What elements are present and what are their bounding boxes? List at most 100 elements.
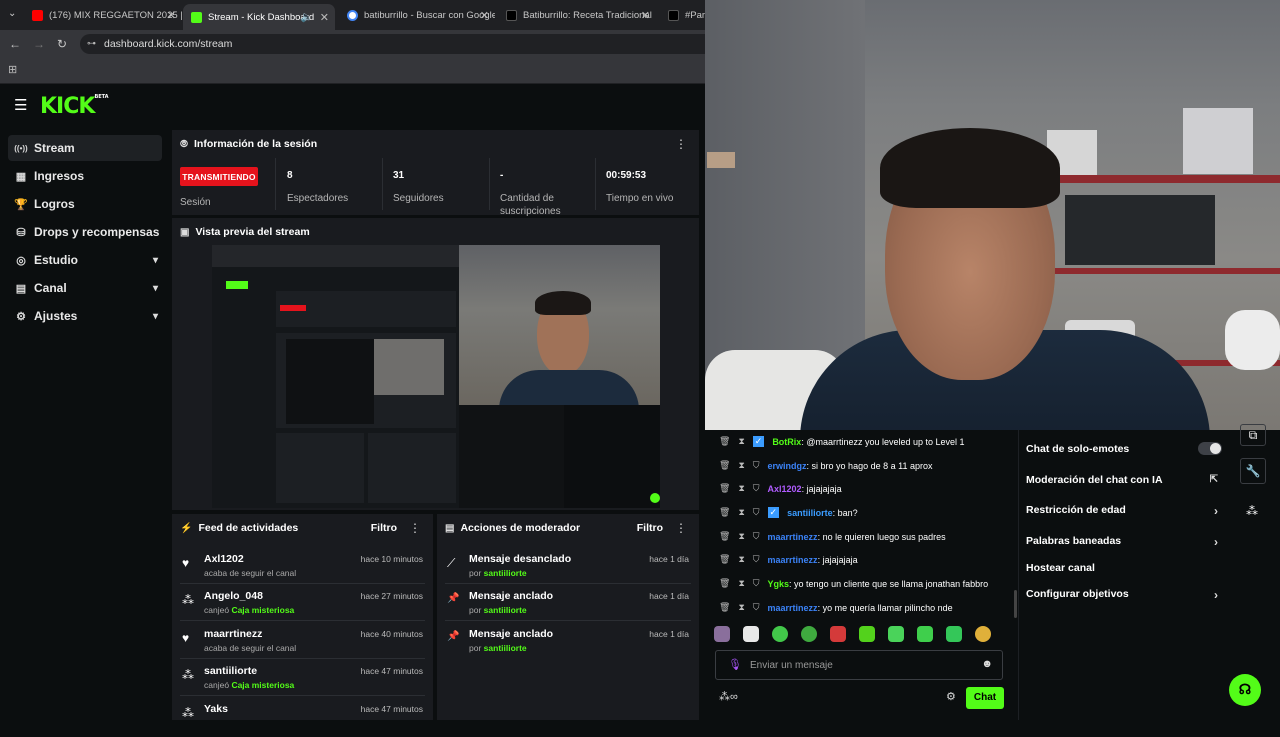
shield-icon[interactable]: ⛉ [753, 531, 760, 542]
activity-user[interactable]: santiiliorte [204, 665, 257, 677]
chat-username[interactable]: Axl1202 [768, 484, 802, 494]
url-input[interactable]: ⊶ dashboard.kick.com/stream [80, 34, 705, 54]
emote-icon[interactable] [801, 626, 817, 642]
tab-kick-dashboard[interactable]: Stream - Kick Dashboard 🔈 ✕ [183, 4, 335, 30]
reload-icon[interactable]: ↻ [57, 37, 67, 51]
emote-only-toggle[interactable] [1198, 442, 1222, 455]
chat-username[interactable]: maarrtinezz [768, 532, 818, 542]
emote-icon[interactable] [917, 626, 933, 642]
ai-moderation-item[interactable]: Moderación del chat con IA ⇱ [1026, 474, 1222, 486]
chat-message[interactable]: 🗑 ⧗ ⛉ maarrtinezz: no le quieren luego sus… [719, 531, 946, 542]
tab-google[interactable]: batiburrillo - Buscar con Google ✕ [347, 4, 495, 26]
chat-scrollbar[interactable] [1014, 590, 1017, 618]
shield-icon[interactable]: ⛉ [753, 554, 760, 565]
trash-icon[interactable]: 🗑 [719, 578, 730, 589]
goals-item[interactable]: Configurar objetivos › [1026, 588, 1222, 602]
site-info-icon[interactable]: ⊶ [87, 38, 96, 49]
chat-message[interactable]: 🗑 ⧗ ⛉ erwindgz: si bro yo hago de 8 a 11 a… [719, 460, 932, 471]
emote-icon[interactable] [859, 626, 875, 642]
back-icon[interactable]: ← [9, 37, 21, 51]
activity-user[interactable]: Axl1202 [204, 553, 244, 565]
chat-message[interactable]: 🗑 ⧗ ⛉ maarrtinezz: jajajajaja [719, 554, 858, 565]
kick-logo[interactable]: KICKBETA [40, 94, 109, 119]
chat-message[interactable]: 🗑 ⧗ ⛉ maarrtinezz: yo me quería llamar pil… [719, 602, 953, 613]
mod-user[interactable]: santiiliorte [484, 605, 527, 615]
timeout-icon[interactable]: ⧗ [738, 554, 744, 565]
tab-search-icon[interactable]: ⌄ [8, 8, 16, 19]
more-options-icon[interactable]: ⋮ [675, 137, 687, 151]
sidebar-item-ajustes[interactable]: ⚙ Ajustes ▾ [8, 303, 162, 329]
mod-user[interactable]: santiiliorte [484, 643, 527, 653]
trash-icon[interactable]: 🗑 [719, 507, 730, 518]
speaker-icon[interactable]: 🔈 [301, 12, 313, 23]
filter-button[interactable]: Filtro [371, 522, 397, 534]
age-restriction-item[interactable]: Restricción de edad › [1026, 504, 1222, 518]
shield-icon[interactable]: ⛉ [753, 460, 760, 471]
emote-icon[interactable] [714, 626, 730, 642]
emote-icon[interactable] [946, 626, 962, 642]
tab-youtube[interactable]: (176) MIX REGGAETON 2025 | B ✕ [32, 4, 182, 26]
trash-icon[interactable]: 🗑 [719, 483, 730, 494]
emote-icon[interactable] [743, 626, 759, 642]
activity-user[interactable]: Angelo_048 [204, 590, 263, 602]
gear-icon[interactable]: ⚙ [946, 690, 956, 703]
sidebar-item-stream[interactable]: ((•)) Stream [8, 135, 162, 161]
sidebar-item-estudio[interactable]: ◎ Estudio ▾ [8, 247, 162, 273]
trash-icon[interactable]: 🗑 [719, 460, 730, 471]
activity-user[interactable]: Yaks [204, 703, 228, 715]
chat-message[interactable]: 🗑 ⧗ ⛉ Axl1202: jajajajaja [719, 483, 842, 494]
sidebar-item-canal[interactable]: ▤ Canal ▾ [8, 275, 162, 301]
chat-username[interactable]: BotRix [772, 437, 801, 447]
points-icon[interactable]: ⁂ [1246, 504, 1258, 518]
tab-tiktok-2[interactable]: #Parag [668, 4, 705, 26]
emote-icon[interactable] [772, 626, 788, 642]
trash-icon[interactable]: 🗑 [719, 554, 730, 565]
trash-icon[interactable]: 🗑 [719, 436, 730, 447]
chat-username[interactable]: maarrtinezz [768, 603, 818, 613]
chat-message[interactable]: 🗑 ⧗ ⛉ Ygks: yo tengo un cliente que se lla… [719, 578, 988, 589]
more-options-icon[interactable]: ⋮ [409, 521, 421, 535]
chat-message[interactable]: 🗑 ⧗ ⛉ ✓ santiiliorte: ban? [719, 507, 858, 518]
emote-icon[interactable] [975, 626, 991, 642]
timeout-icon[interactable]: ⧗ [738, 531, 744, 542]
timeout-icon[interactable]: ⧗ [738, 436, 744, 447]
help-button[interactable]: ☊ [1229, 674, 1261, 706]
chat-input[interactable]: 🎙 Enviar un mensaje ☻ [715, 650, 1003, 680]
close-icon[interactable]: ✕ [480, 9, 489, 22]
send-chat-button[interactable]: Chat [966, 687, 1004, 709]
chat-username[interactable]: Ygks [768, 579, 790, 589]
timeout-icon[interactable]: ⧗ [738, 460, 744, 471]
chat-username[interactable]: maarrtinezz [768, 555, 818, 565]
trash-icon[interactable]: 🗑 [719, 531, 730, 542]
forward-icon[interactable]: → [33, 37, 45, 51]
activity-user[interactable]: maarrtinezz [204, 628, 262, 640]
emote-only-toggle-row[interactable]: Chat de solo-emotes [1026, 443, 1222, 455]
shield-icon[interactable]: ⛉ [753, 602, 760, 613]
sidebar-item-logros[interactable]: 🏆 Logros [8, 191, 162, 217]
shield-icon[interactable]: ⛉ [753, 578, 760, 589]
timeout-icon[interactable]: ⧗ [738, 483, 744, 494]
close-icon[interactable]: ✕ [320, 11, 329, 24]
timeout-icon[interactable]: ⧗ [738, 507, 744, 518]
chevron-down-icon[interactable]: ▾ [153, 255, 158, 266]
tab-tiktok[interactable]: Batiburrillo: Receta Tradicional ✕ [506, 4, 656, 26]
banned-words-item[interactable]: Palabras baneadas › [1026, 535, 1222, 549]
emoji-icon[interactable]: ☻ [981, 658, 993, 670]
chevron-down-icon[interactable]: ▾ [153, 311, 158, 322]
more-options-icon[interactable]: ⋮ [675, 521, 687, 535]
sidebar-item-drops[interactable]: ⛁ Drops y recompensas [8, 219, 162, 245]
timeout-icon[interactable]: ⧗ [738, 578, 744, 589]
sidebar-item-ingresos[interactable]: ▦ Ingresos [8, 163, 162, 189]
mod-user[interactable]: santiiliorte [484, 568, 527, 578]
trash-icon[interactable]: 🗑 [719, 602, 730, 613]
emote-icon[interactable] [830, 626, 846, 642]
wrench-icon[interactable]: 🔧 [1240, 458, 1266, 484]
menu-icon[interactable]: ☰ [14, 96, 27, 114]
host-channel-item[interactable]: Hostear canal [1026, 562, 1222, 574]
shield-icon[interactable]: ⛉ [753, 483, 760, 494]
chat-username[interactable]: santiiliorte [787, 508, 833, 518]
shield-icon[interactable]: ⛉ [753, 507, 760, 518]
close-icon[interactable]: ✕ [167, 9, 176, 22]
stream-preview[interactable] [212, 245, 660, 508]
timeout-icon[interactable]: ⧗ [738, 602, 744, 613]
